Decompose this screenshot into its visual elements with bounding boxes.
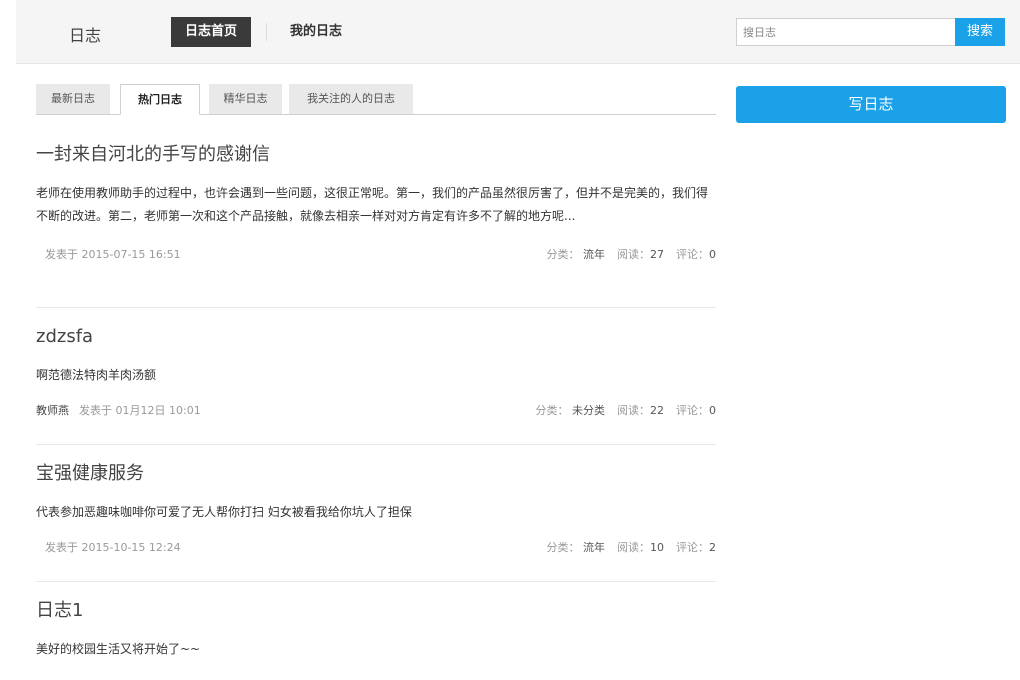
post-item: 一封来自河北的手写的感谢信 老师在使用教师助手的过程中，也许会遇到一些问题，这很…: [36, 143, 716, 308]
post-reads: 10: [650, 541, 664, 554]
tab-bar: 最新日志 热门日志 精华日志 我关注的人的日志: [36, 84, 716, 115]
post-reads: 22: [650, 404, 664, 417]
post-category: 未分类: [572, 404, 605, 417]
post-meta: 发表于 2015-07-15 16:51 分类： 流年 阅读：27 评论：0: [36, 245, 716, 265]
post-author-date: 教师燕 发表于 01月12日 10:01: [36, 404, 201, 417]
post-stats: 分类： 未分类 阅读：22 评论：0: [535, 404, 717, 417]
post-title[interactable]: 日志1: [36, 599, 716, 623]
post-comments: 0: [709, 404, 716, 417]
nav-my-blog-link[interactable]: 我的日志: [281, 17, 351, 47]
post-excerpt: 代表参加恶趣味咖啡你可爱了无人帮你打扫 妇女被看我给你坑人了担保: [36, 505, 412, 519]
post-item: 日志1 美好的校园生活又将开始了~~: [36, 599, 716, 669]
header-bar: 日志 日志首页 我的日志 搜索: [16, 0, 1020, 64]
post-meta: 教师燕 发表于 01月12日 10:01 分类： 未分类 阅读：22 评论：0: [36, 401, 716, 421]
tab-latest[interactable]: 最新日志: [36, 84, 110, 114]
post-item: 宝强健康服务 代表参加恶趣味咖啡你可爱了无人帮你打扫 妇女被看我给你坑人了担保 …: [36, 462, 716, 582]
post-comments: 0: [709, 248, 716, 261]
post-category: 流年: [583, 248, 605, 261]
post-reads: 27: [650, 248, 664, 261]
nav-divider: [266, 23, 267, 41]
tab-popular[interactable]: 热门日志: [120, 84, 200, 115]
write-blog-button[interactable]: 写日志: [736, 86, 1006, 123]
post-item: zdzsfa 啊范德法特肉羊肉汤额 教师燕 发表于 01月12日 10:01 分类…: [36, 325, 716, 445]
post-title[interactable]: 一封来自河北的手写的感谢信: [36, 143, 716, 167]
post-date: 发表于 2015-07-15 16:51: [45, 248, 181, 261]
post-title[interactable]: zdzsfa: [36, 325, 716, 349]
tab-featured[interactable]: 精华日志: [209, 84, 282, 114]
post-stats: 分类： 流年 阅读：10 评论：2: [546, 541, 717, 554]
tab-following[interactable]: 我关注的人的日志: [289, 84, 413, 114]
post-title[interactable]: 宝强健康服务: [36, 462, 716, 486]
nav-home-button[interactable]: 日志首页: [171, 17, 251, 47]
search-input[interactable]: [736, 18, 955, 46]
post-date: 发表于 2015-10-15 12:24: [45, 541, 181, 554]
post-comments: 2: [709, 541, 716, 554]
post-stats: 分类： 流年 阅读：27 评论：0: [546, 248, 717, 261]
post-excerpt: 啊范德法特肉羊肉汤额: [36, 368, 157, 382]
post-meta: 发表于 2015-10-15 12:24 分类： 流年 阅读：10 评论：2: [36, 538, 716, 558]
search-button[interactable]: 搜索: [955, 18, 1005, 46]
post-author[interactable]: 教师燕: [36, 404, 69, 417]
post-excerpt: 美好的校园生活又将开始了~~: [36, 642, 201, 656]
post-excerpt: 老师在使用教师助手的过程中，也许会遇到一些问题，这很正常呢。第一，我们的产品虽然…: [36, 186, 709, 223]
post-category: 流年: [583, 541, 605, 554]
brand-title: 日志: [69, 26, 102, 45]
